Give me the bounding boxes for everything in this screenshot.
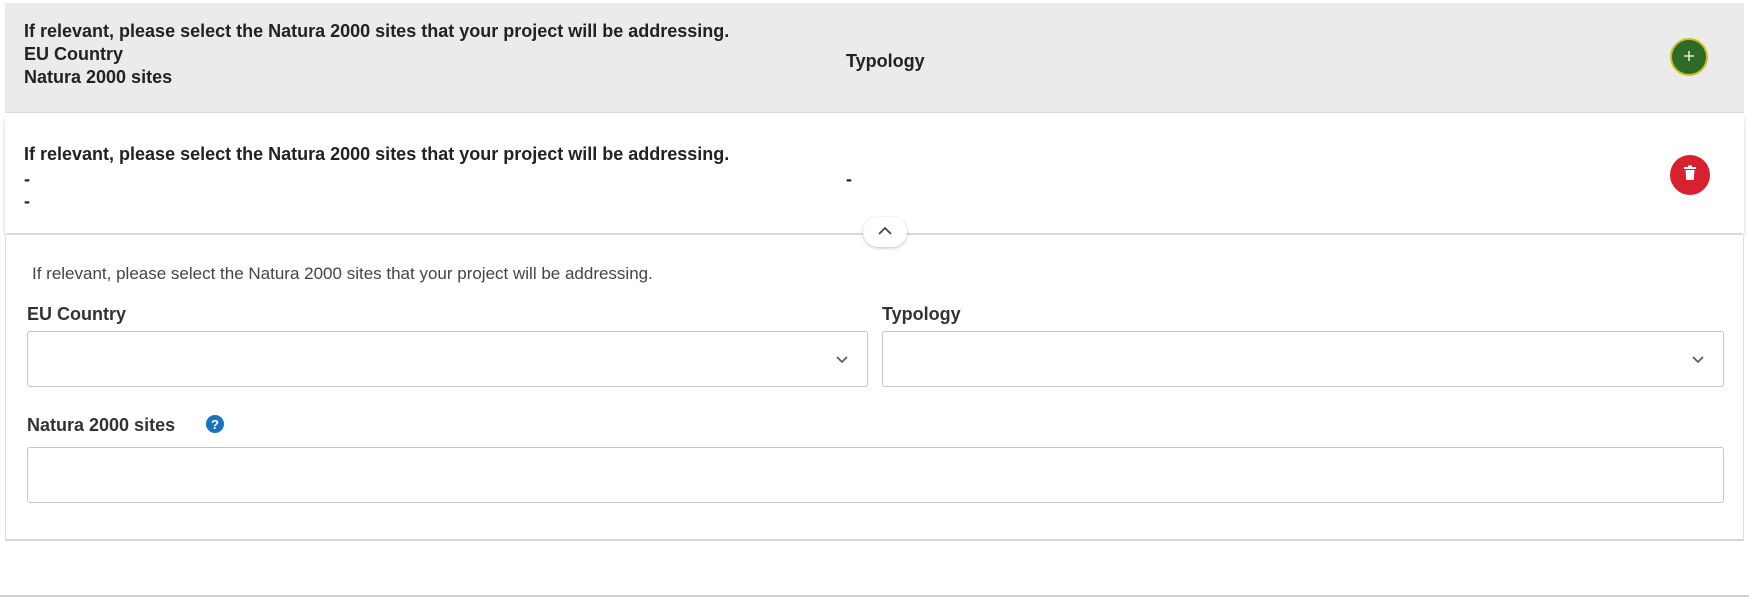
typology-select[interactable] (882, 331, 1724, 387)
header-eu-country: EU Country (24, 44, 123, 64)
natura-sites-section: If relevant, please select the Natura 20… (5, 3, 1744, 541)
table-header-row: If relevant, please select the Natura 20… (5, 3, 1744, 113)
add-row-button[interactable] (1670, 38, 1708, 76)
eu-country-label: EU Country (27, 304, 126, 324)
trash-icon (1683, 165, 1697, 186)
row-typology: - (846, 169, 852, 189)
question-icon[interactable]: ? (206, 415, 224, 433)
natura-sites-input[interactable] (27, 447, 1724, 503)
header-typology: Typology (846, 51, 925, 71)
typology-label: Typology (882, 304, 961, 324)
table-row[interactable]: If relevant, please select the Natura 20… (5, 115, 1744, 233)
chevron-down-icon (835, 351, 849, 369)
header-natura-sites: Natura 2000 sites (24, 67, 173, 87)
form-description: If relevant, please select the Natura 20… (32, 264, 653, 283)
row-description: If relevant, please select the Natura 20… (24, 144, 730, 164)
natura-sites-label: Natura 2000 sites (27, 415, 176, 435)
header-description: If relevant, please select the Natura 20… (24, 21, 730, 41)
collapse-toggle-button[interactable] (863, 217, 907, 247)
divider (0, 595, 1749, 597)
chevron-down-icon (1691, 351, 1705, 369)
chevron-up-icon (877, 223, 893, 241)
row-eu-country: - (24, 169, 30, 189)
delete-row-button[interactable] (1670, 155, 1710, 195)
plus-icon (1682, 47, 1696, 68)
eu-country-select[interactable] (27, 331, 868, 387)
row-natura-sites: - (24, 191, 30, 211)
entry-form-panel: If relevant, please select the Natura 20… (5, 235, 1744, 541)
